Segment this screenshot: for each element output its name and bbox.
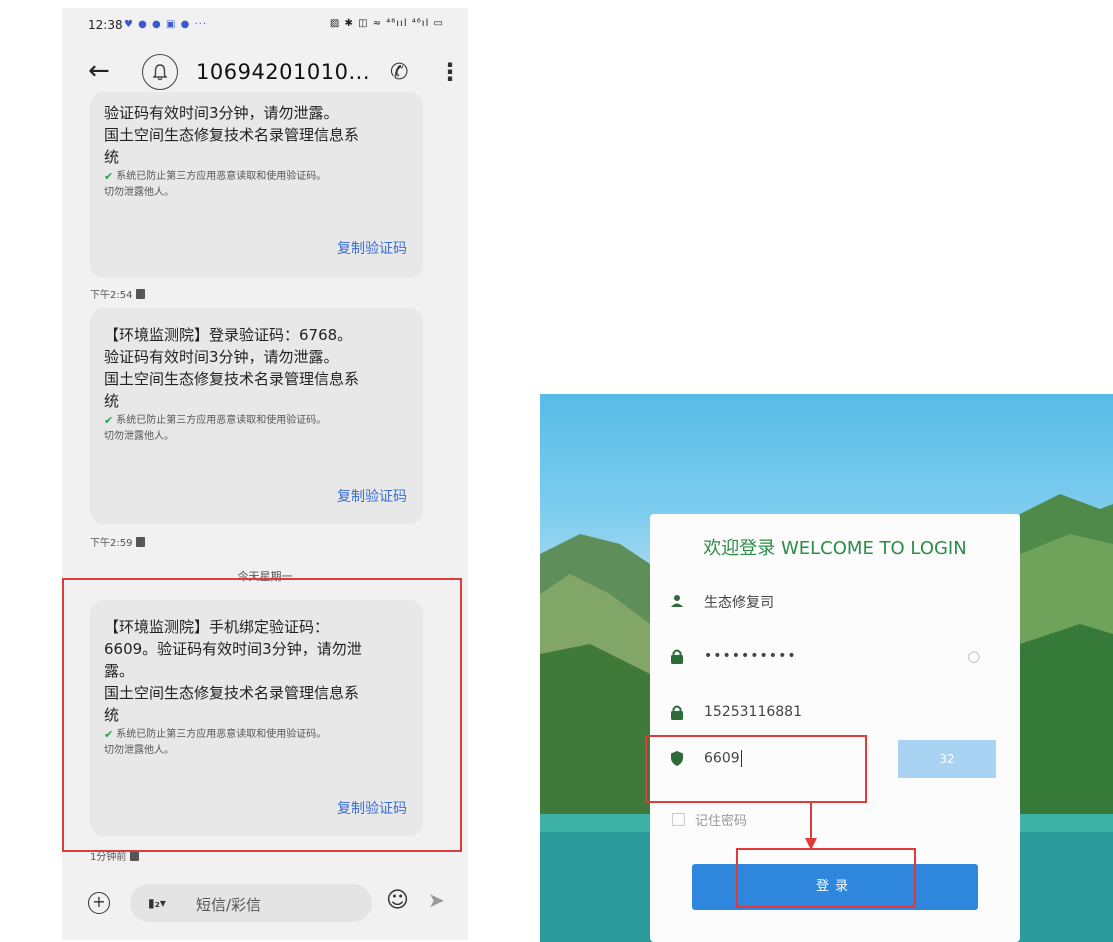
password-field[interactable]: •••••••••• ◯ [664, 640, 984, 676]
message-text: 【环境监测院】手机绑定验证码： 6609。验证码有效时间3分钟，请勿泄 露。 国… [104, 618, 362, 724]
text-caret [740, 750, 742, 767]
sim-select-icon[interactable]: ▮₂▾ [148, 896, 166, 910]
shield-icon [670, 751, 684, 770]
show-password-icon[interactable]: ◯ [968, 650, 980, 663]
security-notice-line2: 切勿泄露他人。 [104, 187, 174, 198]
sim-card-icon [130, 850, 140, 861]
verify-code-field[interactable]: 6609 [664, 742, 884, 778]
security-notice: ✔ 系统已防止第三方应用恶意读取和使用验证码。 [104, 414, 327, 427]
sms-message-bubble: 【环境监测院】登录验证码：6768。 验证码有效时间3分钟，请勿泄露。 国土空间… [90, 308, 423, 524]
lock-icon [670, 649, 684, 668]
verify-code-value: 6609 [704, 750, 740, 767]
copy-code-button[interactable]: 复制验证码 [337, 798, 407, 818]
shield-check-icon: ✔ [104, 170, 114, 183]
security-notice: ✔ 系统已防止第三方应用恶意读取和使用验证码。 [104, 170, 327, 183]
date-divider: 今天星期一 [237, 570, 293, 583]
login-button[interactable]: 登录 [692, 864, 978, 910]
copy-code-button[interactable]: 复制验证码 [337, 238, 407, 258]
sms-input[interactable]: ▮₂▾ 短信/彩信 [130, 884, 372, 922]
remember-password[interactable]: 记住密码 [672, 810, 747, 829]
add-attachment-icon[interactable]: + [88, 892, 110, 914]
status-time: 12:38 [88, 18, 123, 32]
message-text: 【环境监测院】登录验证码：6768。 验证码有效时间3分钟，请勿泄露。 国土空间… [104, 326, 360, 410]
status-bar: 12:38 ♥ ● ● ▣ ● ··· ▨ ✱ ◫ ≈ ⁴⁶ııl ⁴⁶ıl ▭ [62, 8, 468, 42]
notification-icons: ♥ ● ● ▣ ● ··· [124, 19, 208, 30]
remember-label: 记住密码 [695, 814, 748, 829]
phone-number-value: 15253116881 [704, 704, 802, 720]
password-mask: •••••••••• [704, 648, 797, 664]
down-arrow-icon [805, 802, 817, 850]
security-notice-line2: 切勿泄露他人。 [104, 431, 174, 442]
message-timestamp: 下午2:59 [90, 534, 146, 549]
message-text: 验证码有效时间3分钟，请勿泄露。 国土空间生态修复技术名录管理信息系 统 [104, 104, 360, 166]
emoji-icon[interactable]: ☺ [386, 888, 409, 913]
message-timestamp: 下午2:54 [90, 286, 146, 301]
phone-field[interactable]: 15253116881 [664, 696, 984, 732]
sms-message-bubble: 【环境监测院】手机绑定验证码： 6609。验证码有效时间3分钟，请勿泄 露。 国… [90, 600, 423, 836]
sms-app-screen: 12:38 ♥ ● ● ▣ ● ··· ▨ ✱ ◫ ≈ ⁴⁶ııl ⁴⁶ıl ▭… [62, 8, 468, 940]
get-code-button[interactable]: 32 [898, 740, 996, 778]
shield-check-icon: ✔ [104, 414, 114, 427]
more-vertical-icon[interactable]: ⋮ [438, 58, 462, 86]
back-arrow-icon[interactable]: ← [88, 58, 110, 84]
shield-check-icon: ✔ [104, 728, 114, 741]
message-input-bar: + ▮₂▾ 短信/彩信 ☺ ➤ [62, 870, 468, 936]
copy-code-button[interactable]: 复制验证码 [337, 486, 407, 506]
username-value: 生态修复司 [704, 595, 774, 611]
login-page: 欢迎登录 WELCOME TO LOGIN 生态修复司 •••••••••• ◯… [540, 394, 1113, 942]
sim-card-icon [136, 288, 146, 299]
username-field[interactable]: 生态修复司 [664, 584, 984, 620]
security-notice: ✔ 系统已防止第三方应用恶意读取和使用验证码。 [104, 728, 327, 741]
login-card: 欢迎登录 WELCOME TO LOGIN 生态修复司 •••••••••• ◯… [650, 514, 1020, 942]
user-icon [670, 593, 684, 612]
sms-placeholder: 短信/彩信 [196, 896, 262, 914]
remember-checkbox[interactable] [672, 813, 685, 826]
sms-message-bubble: 验证码有效时间3分钟，请勿泄露。 国土空间生态修复技术名录管理信息系 统 ✔ 系… [90, 92, 423, 278]
lock-icon [670, 705, 684, 724]
security-notice-line2: 切勿泄露他人。 [104, 745, 174, 756]
sender-number: 10694201010... [196, 60, 370, 84]
phone-call-icon[interactable]: ✆ [390, 60, 408, 85]
bell-icon[interactable] [142, 54, 178, 90]
login-title: 欢迎登录 WELCOME TO LOGIN [703, 538, 967, 559]
message-timestamp: 1分钟前 [90, 848, 140, 863]
send-icon[interactable]: ➤ [428, 888, 445, 912]
sim-card-icon [136, 536, 146, 547]
system-status-icons: ▨ ✱ ◫ ≈ ⁴⁶ııl ⁴⁶ıl ▭ [329, 18, 444, 29]
